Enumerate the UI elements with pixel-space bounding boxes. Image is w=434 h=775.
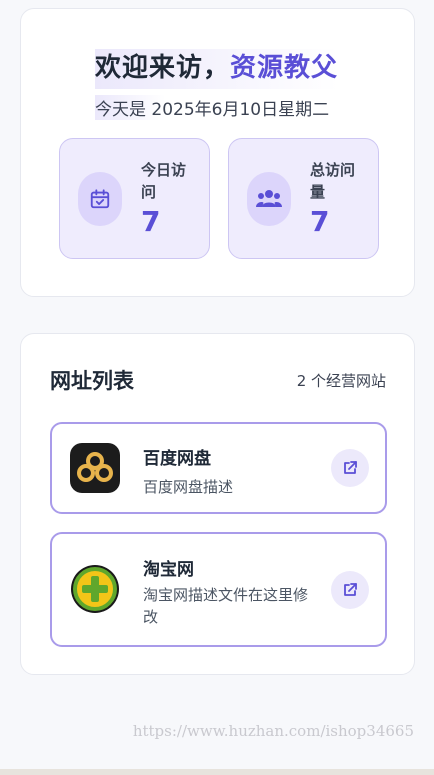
welcome-title: 欢迎来访，资源教父 xyxy=(95,47,339,89)
site-name: 百度网盘 xyxy=(143,449,211,469)
date-text: 今天是 2025年6月10日星期二 xyxy=(95,95,330,120)
users-icon xyxy=(247,172,291,226)
watermark-text: https://www.huzhan.com/ishop34665 xyxy=(132,722,414,740)
site-count: 2 个经营网站 xyxy=(296,372,386,390)
welcome-greeting: 欢迎来访， xyxy=(95,53,231,83)
stat-today-visits: 今日访问 7 xyxy=(59,138,210,259)
taobao-logo xyxy=(70,564,120,614)
bottom-strip xyxy=(0,769,434,775)
external-link-icon[interactable] xyxy=(331,449,369,487)
welcome-name: 资源教父 xyxy=(230,53,339,83)
welcome-card: 欢迎来访，资源教父 今天是 2025年6月10日星期二 今日访问 7 总访问量 … xyxy=(20,8,415,297)
site-item-baidu-netdisk[interactable]: 百度网盘 百度网盘描述 xyxy=(50,422,387,514)
site-item-taobao[interactable]: 淘宝网 淘宝网描述文件在这里修改 xyxy=(50,532,387,647)
site-list-card: 网址列表 2 个经营网站 百度网盘 百度网盘描述 淘宝网 淘宝网描述文件在这里修… xyxy=(20,333,415,675)
stat-total-visits: 总访问量 7 xyxy=(228,138,379,259)
external-link-icon[interactable] xyxy=(331,571,369,609)
page: 欢迎来访，资源教父 今天是 2025年6月10日星期二 今日访问 7 总访问量 … xyxy=(0,0,434,775)
baidu-netdisk-logo xyxy=(70,443,120,493)
stat-total-value: 7 xyxy=(310,205,330,238)
site-description: 百度网盘描述 xyxy=(143,478,234,496)
site-description: 淘宝网描述文件在这里修改 xyxy=(143,586,309,626)
calendar-check-icon xyxy=(78,172,122,226)
stat-total-label: 总访问量 xyxy=(310,161,356,201)
site-list-title: 网址列表 xyxy=(50,369,134,393)
site-name: 淘宝网 xyxy=(143,560,194,580)
stat-today-value: 7 xyxy=(141,205,161,238)
stat-today-label: 今日访问 xyxy=(141,161,187,201)
